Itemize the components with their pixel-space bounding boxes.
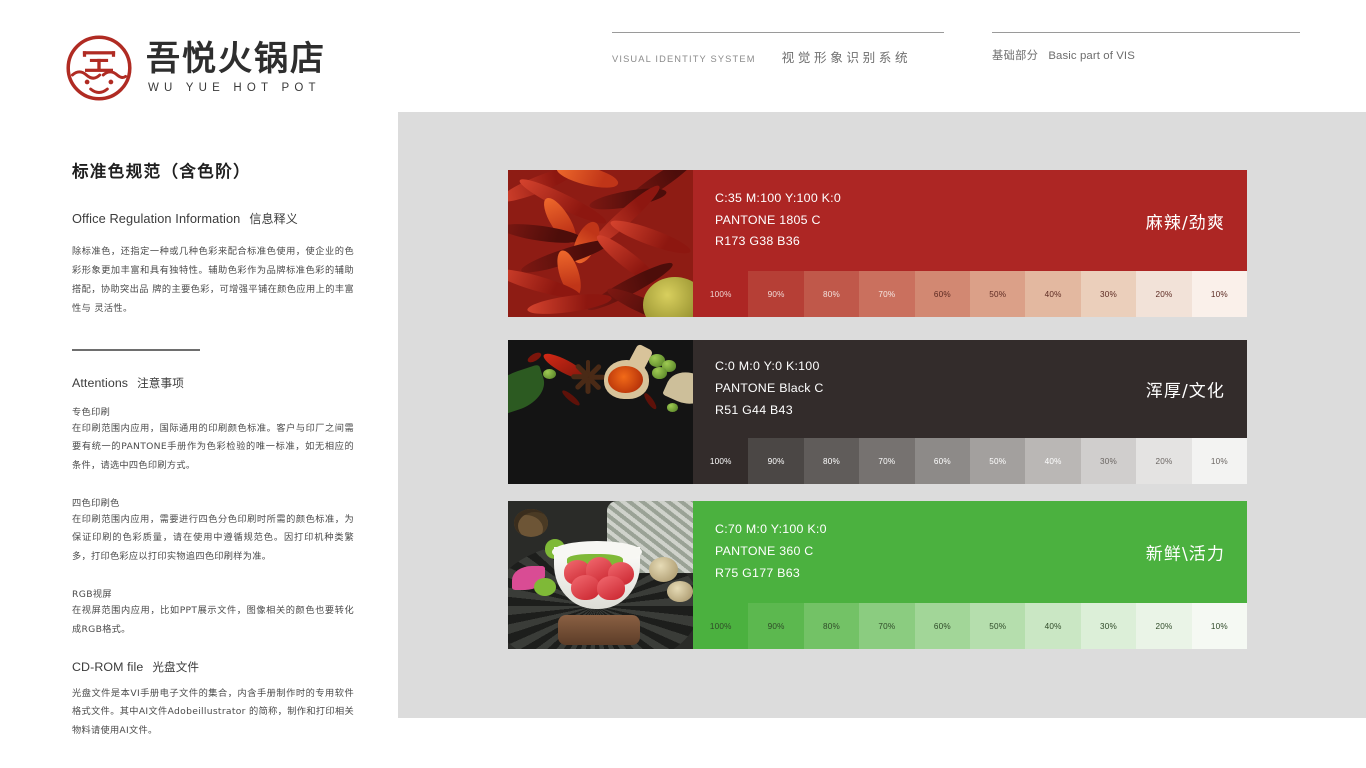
spice-photo-art [508,340,693,484]
block-body-0: 在印刷范围内应用，国际通用的印刷颜色标准。客户与印厂之间需要有统一的PANTON… [72,422,354,471]
tint-swatch: 20% [1136,271,1192,317]
header-section-label: 基础部分 Basic part of VIS [992,32,1300,63]
tint-scale-green: 100% 90% 80% 70% 60% 50% 40% 30% 20% 10% [693,603,1248,649]
tint-swatch: 50% [970,603,1026,649]
rgb-value-black: R51 G44 B43 [715,402,793,417]
color-panel-primary-green: C:70 M:0 Y:100 K:0 PANTONE 360 C R75 G17… [508,501,1248,649]
tint-swatch: 100% [693,438,749,484]
pantone-value-green: PANTONE 360 C [715,544,814,559]
cdrom-cn: 光盘文件 [152,660,200,675]
cdrom-en: CD-ROM file [72,660,144,675]
tint-swatch: 70% [859,271,915,317]
header-rule-left [612,32,944,33]
color-codes-green: C:70 M:0 Y:100 K:0 PANTONE 360 C R75 G17… [715,519,827,585]
header-section-cn: 基础部分 [992,49,1039,62]
swatch-primary-red: C:35 M:100 Y:100 K:0 PANTONE 1805 C R173… [693,170,1247,271]
tint-swatch: 80% [803,438,860,484]
cmyk-value-black: C:0 M:0 Y:0 K:100 [715,359,820,374]
slogan-green: 新鲜\活力 [1145,544,1225,565]
tint-swatch: 70% [859,438,915,484]
tint-swatch: 20% [1136,603,1192,649]
swatch-primary-green: C:70 M:0 Y:100 K:0 PANTONE 360 C R75 G17… [693,501,1247,603]
slogan-red: 麻辣/劲爽 [1145,213,1225,233]
tint-swatch: 80% [803,271,860,317]
subhead-cn: 信息释义 [249,212,298,226]
tint-swatch: 30% [1080,603,1137,649]
tint-swatch: 10% [1191,603,1248,649]
page-title: 标准色规范（含色阶） [72,162,251,181]
tint-swatch: 30% [1080,271,1137,317]
tint-swatch: 60% [914,438,971,484]
tint-swatch: 10% [1191,271,1248,317]
wuyue-seal-logo-icon [66,35,132,101]
tint-swatch: 50% [970,271,1026,317]
chili-photo-art [508,170,693,317]
header-section-en: Basic part of VIS [1048,50,1135,62]
block-heading-2: RGB视屏 [72,589,112,601]
tint-swatch: 10% [1191,438,1248,484]
tint-swatch: 20% [1136,438,1192,484]
intro-paragraph: 除标准色，还指定一种或几种色彩来配合标准色使用，使企业的色彩形象更加丰富和具有独… [72,246,354,315]
tint-swatch: 90% [748,603,804,649]
wood-stand [558,615,640,645]
subhead-office-regulation: Office Regulation Information 信息释义 [72,210,354,227]
color-codes-red: C:35 M:100 Y:100 K:0 PANTONE 1805 C R173… [715,188,841,254]
tint-swatch: 100% [693,603,749,649]
tint-swatch: 90% [748,438,804,484]
tint-scale-red: 100% 90% 80% 70% 60% 50% 40% 30% 20% 10% [693,271,1248,317]
hotpot-dish-photo [508,501,693,649]
slogan-black: 浑厚/文化 [1145,381,1225,402]
tint-swatch: 50% [970,438,1026,484]
section-divider [72,349,200,351]
dark-spice-board-photo [508,340,693,484]
sidebar-text-column: 标准色规范（含色阶） Office Regulation Information… [72,158,354,740]
tint-swatch: 100% [693,271,749,317]
block-heading-1: 四色印刷色 [72,498,120,509]
tint-swatch: 70% [859,603,915,649]
attentions-en: Attentions [72,375,129,390]
header-vis-en: VISUAL IDENTITY SYSTEM [612,54,756,64]
tint-swatch: 60% [914,603,971,649]
header-rule-right [992,32,1300,33]
tint-swatch: 40% [1025,438,1081,484]
tint-swatch: 90% [748,271,804,317]
pantone-value-black: PANTONE Black C [715,381,824,396]
block-body-2: 在视屏范围内应用，比如PPT展示文件，图像相关的颜色也要转化成RGB格式。 [72,605,354,635]
tint-swatch: 40% [1025,271,1081,317]
cmyk-value-red: C:35 M:100 Y:100 K:0 [715,190,842,205]
attentions-cn: 注意事项 [137,375,184,390]
brand-name-en: WU YUE HOT POT [148,81,321,94]
brand-logo: 吾悦火锅店 WU YUE HOT POT [64,33,326,103]
header-vis-cn: 视觉形象识别系统 [781,50,912,65]
color-codes-black: C:0 M:0 Y:0 K:100 PANTONE Black C R51 G4… [715,356,824,422]
header-vis-label: VISUAL IDENTITY SYSTEM 视觉形象识别系统 [612,32,944,66]
cdrom-heading: CD-ROM file 光盘文件 [72,659,354,675]
subhead-en: Office Regulation Information [72,211,241,226]
tint-scale-black: 100% 90% 80% 70% 60% 50% 40% 30% 20% 10% [693,438,1248,484]
lotus-pod [514,509,548,537]
brand-name-cn: 吾悦火锅店 [146,38,326,79]
pantone-value-red: PANTONE 1805 C [715,212,821,227]
tint-swatch: 40% [1025,603,1081,649]
color-panel-primary-black: C:0 M:0 Y:0 K:100 PANTONE Black C R51 G4… [508,340,1248,484]
color-panel-primary-red: C:35 M:100 Y:100 K:0 PANTONE 1805 C R173… [508,170,1248,317]
block-body-1: 在印刷范围内应用，需要进行四色分色印刷时所需的颜色标准，为保证印刷的色彩质量，请… [72,514,354,562]
cdrom-body: 光盘文件是本VI手册电子文件的集合，内含手册制作时的专用软件格式文件。其中AI文… [72,688,354,736]
tint-swatch: 60% [914,271,971,317]
rgb-value-green: R75 G177 B63 [715,565,800,580]
attentions-heading: Attentions 注意事项 [72,375,354,391]
swatch-primary-black: C:0 M:0 Y:0 K:100 PANTONE Black C R51 G4… [693,340,1247,438]
vis-manual-page: 吾悦火锅店 WU YUE HOT POT VISUAL IDENTITY SYS… [0,0,1366,768]
dish-photo-art [508,501,693,649]
dried-red-chili-photo [508,170,693,317]
cmyk-value-green: C:70 M:0 Y:100 K:0 [715,522,827,537]
tint-swatch: 30% [1080,438,1137,484]
rgb-value-red: R173 G38 B36 [715,234,800,249]
tint-swatch: 80% [803,603,860,649]
block-heading-0: 专色印刷 [72,406,111,418]
